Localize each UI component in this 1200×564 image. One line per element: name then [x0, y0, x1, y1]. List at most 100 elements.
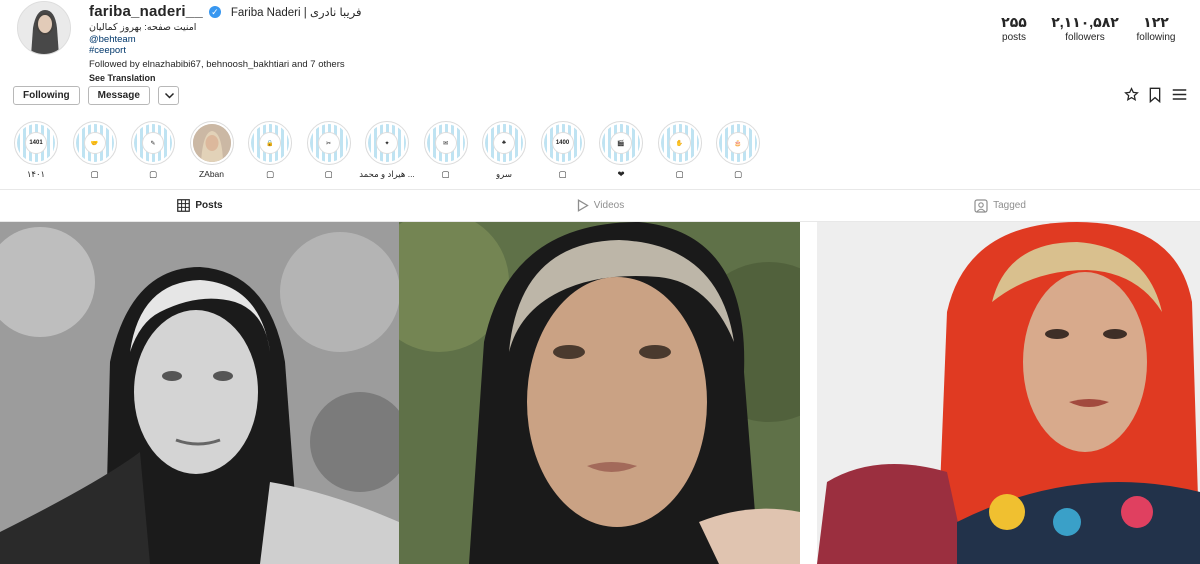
following-label: following: [1136, 32, 1176, 43]
highlight-label: سرو: [496, 169, 512, 179]
story-highlight[interactable]: ✉ ▢: [423, 121, 468, 180]
verified-badge-icon: ✓: [208, 5, 221, 18]
highlight-cover: ✦: [365, 121, 409, 165]
highlight-badge-icon: ✦: [376, 132, 398, 154]
highlight-cover: 1400: [540, 121, 585, 165]
highlight-striped-cover: ✂: [309, 124, 348, 162]
highlight-striped-cover: 1400: [543, 124, 582, 162]
followed-by-text[interactable]: Followed by elnazhabibi67, behnoosh_bakh…: [89, 59, 362, 70]
highlight-cover: 🎬: [599, 121, 643, 165]
username: fariba_naderi__: [89, 3, 203, 20]
tab-posts-label: Posts: [195, 200, 223, 211]
post-thumbnail[interactable]: [817, 222, 1200, 564]
story-highlight[interactable]: ♣ سرو: [482, 121, 526, 180]
posts-count: ۲۵۵: [1001, 14, 1027, 30]
message-button[interactable]: Message: [87, 86, 150, 105]
highlight-label: ▢: [558, 169, 567, 179]
highlight-cover: 🔒: [248, 121, 292, 165]
highlight-cover: [189, 121, 234, 165]
play-icon: [577, 199, 589, 212]
bio-security-line: امنیت صفحه: بهروز کمالیان: [89, 22, 197, 33]
story-highlight[interactable]: ✦ هیراد و محمد ...: [359, 121, 415, 180]
highlight-striped-cover: 1401: [17, 124, 55, 162]
highlight-badge-icon: ♣: [493, 132, 515, 154]
story-highlight[interactable]: ✋ ▢: [657, 121, 702, 180]
highlight-striped-cover: ✉: [426, 124, 465, 162]
highlight-striped-cover: ♣: [485, 124, 523, 162]
highlight-striped-cover: 🤝: [75, 124, 114, 162]
highlight-striped-cover: 🎂: [719, 124, 757, 162]
highlight-badge-icon: ✎: [142, 132, 164, 154]
highlight-portrait-image: [192, 124, 231, 162]
posts-stat[interactable]: ۲۵۵ posts: [984, 14, 1044, 43]
tab-posts[interactable]: Posts: [0, 190, 400, 221]
followers-count: ۲,۱۱۰,۵۸۲: [1051, 14, 1119, 30]
highlight-badge-icon: 🤝: [83, 132, 106, 154]
story-highlight[interactable]: 🎬 ❤: [599, 121, 643, 180]
highlight-badge-icon: ✉: [434, 132, 457, 154]
highlight-badge-icon: ✋: [668, 132, 691, 154]
story-highlight[interactable]: 🎂 ▢: [716, 121, 760, 180]
highlight-label: ▢: [148, 169, 158, 179]
highlight-striped-cover: 🎬: [602, 124, 640, 162]
highlight-label: ▢: [324, 169, 333, 179]
highlight-cover: 1401: [14, 121, 58, 165]
chevron-down-icon: [164, 92, 174, 99]
highlight-cover: ♣: [482, 121, 526, 165]
story-highlight[interactable]: 🔒 ▢: [248, 121, 292, 180]
highlight-cover: ✋: [657, 121, 702, 165]
highlight-badge-icon: 1401: [25, 132, 47, 154]
story-highlight[interactable]: 1401 ۱۴۰۱: [14, 121, 58, 180]
story-highlight[interactable]: ✂ ▢: [306, 121, 351, 180]
highlight-striped-cover: ✦: [368, 124, 406, 162]
following-count: ۱۲۲: [1143, 14, 1169, 30]
star-icon[interactable]: [1123, 86, 1139, 103]
post-thumbnail[interactable]: [399, 222, 800, 564]
highlight-label: ZAban: [198, 169, 225, 179]
highlight-label: ▢: [90, 169, 99, 179]
following-stat[interactable]: ۱۲۲ following: [1126, 14, 1186, 43]
following-button[interactable]: Following: [13, 86, 80, 105]
menu-icon[interactable]: [1171, 86, 1187, 103]
bio-mention-link[interactable]: @behteam: [89, 34, 362, 46]
story-highlight[interactable]: 🤝 ▢: [72, 121, 117, 180]
full-name: Fariba Naderi | فریبا نادری: [230, 6, 362, 19]
highlight-label: ۱۴۰۱: [26, 169, 46, 179]
see-translation-link[interactable]: See Translation: [89, 73, 362, 83]
highlight-cover: 🤝: [72, 121, 117, 165]
tagged-user-icon: [974, 198, 988, 213]
highlight-label: ▢: [733, 169, 743, 179]
highlight-badge-icon: ✂: [317, 132, 340, 154]
followers-stat[interactable]: ۲,۱۱۰,۵۸۲ followers: [1044, 14, 1126, 43]
tab-videos[interactable]: Videos: [400, 190, 800, 221]
highlight-label: ▢: [265, 169, 275, 179]
post-image-headscarf-selfie: [399, 222, 800, 564]
story-highlight[interactable]: 1400 ▢: [540, 121, 585, 180]
profile-action-buttons: Following Message: [13, 86, 179, 105]
tab-tagged-label: Tagged: [993, 200, 1026, 211]
tab-tagged[interactable]: Tagged: [800, 190, 1200, 221]
highlight-cover: 🎂: [716, 121, 760, 165]
profile-tabs: Posts Videos Tagged: [0, 189, 1200, 222]
followers-label: followers: [1065, 32, 1105, 43]
highlight-striped-cover: ✋: [660, 124, 699, 162]
highlight-cover: ✂: [306, 121, 351, 165]
highlight-badge-icon: 🔒: [259, 132, 281, 154]
suggestions-dropdown-button[interactable]: [157, 86, 179, 105]
highlight-striped-cover: ✎: [134, 124, 172, 162]
bookmark-icon[interactable]: [1147, 86, 1163, 103]
story-highlight[interactable]: ZAban: [189, 121, 234, 180]
post-image-red-scarf: [817, 222, 1200, 564]
highlight-label: ❤: [617, 169, 625, 179]
story-highlight[interactable]: ✎ ▢: [131, 121, 175, 180]
profile-avatar[interactable]: [17, 1, 71, 55]
post-thumbnail[interactable]: [0, 222, 399, 564]
bio-hashtag-link[interactable]: #ceeport: [89, 45, 362, 57]
highlight-cover: ✉: [423, 121, 468, 165]
highlight-label: ▢: [441, 169, 450, 179]
highlight-label: ▢: [675, 169, 684, 179]
highlight-cover: ✎: [131, 121, 175, 165]
post-image-bw-portrait: [0, 222, 399, 564]
highlight-label: هیراد و محمد ...: [359, 169, 415, 179]
profile-stats: ۲۵۵ posts ۲,۱۱۰,۵۸۲ followers ۱۲۲ follow…: [984, 14, 1186, 43]
